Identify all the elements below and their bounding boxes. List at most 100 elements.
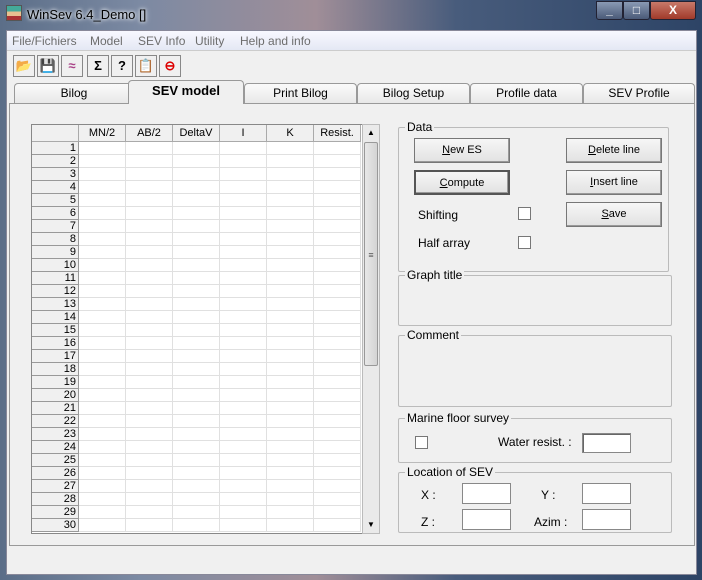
- grid-cell[interactable]: [173, 363, 220, 376]
- compute-button[interactable]: Compute: [414, 170, 510, 195]
- grid-cell[interactable]: [79, 441, 126, 454]
- grid-cell[interactable]: [79, 480, 126, 493]
- row-header[interactable]: 21: [32, 402, 79, 415]
- grid-cell[interactable]: [267, 233, 314, 246]
- grid-cell[interactable]: [314, 337, 361, 350]
- grid-cell[interactable]: [220, 519, 267, 532]
- grid-cell[interactable]: [314, 259, 361, 272]
- save-button[interactable]: Save: [566, 202, 662, 227]
- row-header[interactable]: 14: [32, 311, 79, 324]
- grid-cell[interactable]: [173, 298, 220, 311]
- row-header[interactable]: 15: [32, 324, 79, 337]
- grid-cell[interactable]: [314, 389, 361, 402]
- grid-cell[interactable]: [173, 233, 220, 246]
- row-header[interactable]: 17: [32, 350, 79, 363]
- grid-cell[interactable]: [267, 220, 314, 233]
- grid-cell[interactable]: [173, 428, 220, 441]
- grid-cell[interactable]: [126, 428, 173, 441]
- minimize-button[interactable]: _: [596, 1, 623, 20]
- grid-cell[interactable]: [267, 285, 314, 298]
- grid-cell[interactable]: [79, 181, 126, 194]
- grid-cell[interactable]: [314, 519, 361, 532]
- grid-cell[interactable]: [220, 350, 267, 363]
- grid-cell[interactable]: [126, 480, 173, 493]
- grid-cell[interactable]: [126, 350, 173, 363]
- grid-cell[interactable]: [220, 389, 267, 402]
- grid-cell[interactable]: [79, 376, 126, 389]
- grid-cell[interactable]: [79, 142, 126, 155]
- grid-cell[interactable]: [79, 233, 126, 246]
- data-grid[interactable]: MN/2 AB/2 DeltaV I K Resist. 1 2 3 4 5 6 7 8 9 10 11 12 13…: [31, 124, 365, 534]
- grid-cell[interactable]: [314, 142, 361, 155]
- grid-cell[interactable]: [220, 402, 267, 415]
- grid-cell[interactable]: [126, 519, 173, 532]
- row-header[interactable]: 24: [32, 441, 79, 454]
- grid-cell[interactable]: [173, 480, 220, 493]
- row-header[interactable]: 8: [32, 233, 79, 246]
- scroll-down-arrow-icon[interactable]: ▼: [363, 517, 379, 533]
- grid-cell[interactable]: [267, 155, 314, 168]
- grid-cell[interactable]: [173, 467, 220, 480]
- grid-cell[interactable]: [126, 363, 173, 376]
- grid-cell[interactable]: [126, 467, 173, 480]
- row-header[interactable]: 10: [32, 259, 79, 272]
- grid-cell[interactable]: [267, 207, 314, 220]
- grid-cell[interactable]: [220, 311, 267, 324]
- grid-cell[interactable]: [79, 402, 126, 415]
- row-header[interactable]: 6: [32, 207, 79, 220]
- grid-cell[interactable]: [314, 324, 361, 337]
- grid-cell[interactable]: [267, 506, 314, 519]
- grid-cell[interactable]: [126, 207, 173, 220]
- row-header[interactable]: 3: [32, 168, 79, 181]
- y-input[interactable]: [582, 483, 631, 504]
- grid-cell[interactable]: [314, 441, 361, 454]
- grid-cell[interactable]: [267, 519, 314, 532]
- grid-cell[interactable]: [79, 259, 126, 272]
- grid-cell[interactable]: [79, 363, 126, 376]
- grid-cell[interactable]: [314, 246, 361, 259]
- grid-cell[interactable]: [314, 311, 361, 324]
- grid-cell[interactable]: [314, 233, 361, 246]
- grid-cell[interactable]: [314, 402, 361, 415]
- grid-cell[interactable]: [314, 155, 361, 168]
- grid-cell[interactable]: [314, 194, 361, 207]
- row-header[interactable]: 30: [32, 519, 79, 532]
- grid-cell[interactable]: [126, 233, 173, 246]
- column-header[interactable]: MN/2: [79, 125, 126, 142]
- grid-cell[interactable]: [79, 350, 126, 363]
- grid-cell[interactable]: [126, 493, 173, 506]
- grid-cell[interactable]: [314, 168, 361, 181]
- row-header[interactable]: 11: [32, 272, 79, 285]
- grid-cell[interactable]: [314, 376, 361, 389]
- stop-icon[interactable]: ⊖: [159, 55, 181, 77]
- grid-cell[interactable]: [79, 389, 126, 402]
- grid-cell[interactable]: [173, 324, 220, 337]
- water-resist-input[interactable]: [582, 433, 631, 453]
- column-header[interactable]: I: [220, 125, 267, 142]
- grid-cell[interactable]: [267, 181, 314, 194]
- column-header[interactable]: AB/2: [126, 125, 173, 142]
- help-pointer-icon[interactable]: ?: [111, 55, 133, 77]
- marine-floor-checkbox[interactable]: [415, 436, 428, 449]
- grid-cell[interactable]: [173, 168, 220, 181]
- row-header[interactable]: 16: [32, 337, 79, 350]
- menu-utility[interactable]: Utility: [195, 34, 224, 48]
- grid-cell[interactable]: [220, 285, 267, 298]
- grid-cell[interactable]: [267, 415, 314, 428]
- grid-cell[interactable]: [126, 259, 173, 272]
- grid-cell[interactable]: [173, 441, 220, 454]
- grid-cell[interactable]: [126, 376, 173, 389]
- save-disk-icon[interactable]: 💾: [37, 55, 59, 77]
- row-header[interactable]: 27: [32, 480, 79, 493]
- grid-cell[interactable]: [173, 519, 220, 532]
- row-header[interactable]: 13: [32, 298, 79, 311]
- row-header[interactable]: 4: [32, 181, 79, 194]
- grid-cell[interactable]: [79, 337, 126, 350]
- grid-cell[interactable]: [267, 142, 314, 155]
- grid-cell[interactable]: [126, 220, 173, 233]
- z-input[interactable]: [462, 509, 511, 530]
- grid-cell[interactable]: [173, 285, 220, 298]
- grid-cell[interactable]: [79, 519, 126, 532]
- row-header[interactable]: 2: [32, 155, 79, 168]
- grid-scrollbar[interactable]: ▲ ≡ ▼: [362, 124, 380, 534]
